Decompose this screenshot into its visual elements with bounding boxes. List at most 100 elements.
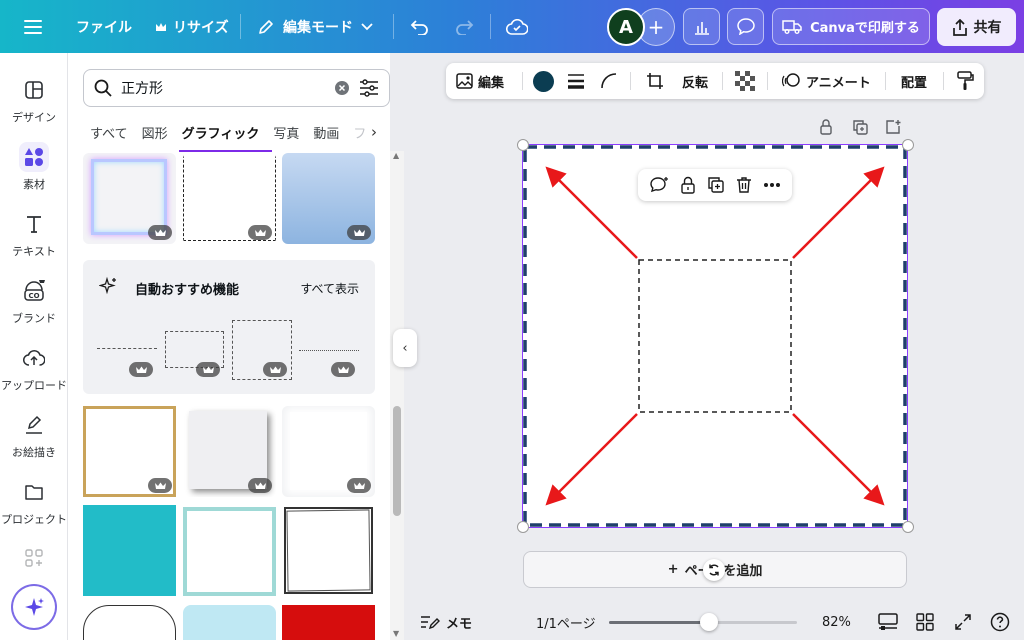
search-box[interactable]: 正方形 (83, 69, 390, 107)
rail-label-draw: お絵描き (12, 446, 56, 459)
tab-photos[interactable]: 写真 (273, 123, 299, 143)
premium-crown-icon (196, 362, 220, 377)
page-counter[interactable]: 1/1ページ (536, 604, 596, 640)
premium-crown-icon (248, 225, 272, 240)
zoom-percent[interactable]: 82% (822, 604, 851, 640)
tabs-next-arrow[interactable]: › (371, 123, 377, 141)
result-dotted-line[interactable] (299, 350, 359, 351)
result-dashed-square[interactable] (183, 153, 276, 244)
rail-item-upload[interactable]: アップロード (0, 343, 68, 393)
arrow-top-right (792, 166, 885, 259)
add-page-icon (886, 120, 901, 134)
rail-item-brand[interactable]: CO ブランド (0, 276, 68, 326)
menu-button[interactable] (24, 0, 42, 53)
result-dashed-line[interactable] (97, 348, 157, 349)
tab-more[interactable]: フ (353, 123, 366, 143)
corner-rounding-button[interactable] (600, 63, 618, 99)
comments-button[interactable] (727, 8, 764, 45)
notes-button[interactable]: メモ (420, 604, 472, 640)
cloud-sync-button[interactable] (506, 0, 528, 53)
elements-panel: 正方形 すべて 図形 グラフィック 写真 動画 フ › 自動おすすめ機能 すべて… (68, 53, 390, 640)
clear-icon[interactable] (334, 80, 350, 96)
resize-handle-top-right[interactable] (902, 139, 914, 151)
collapse-panel-button[interactable]: ‹ (393, 329, 417, 367)
rail-item-design[interactable]: デザイン (0, 75, 68, 125)
inner-dashed-square[interactable] (638, 259, 792, 413)
undo-button[interactable] (410, 0, 430, 53)
comment-add-icon[interactable] (649, 176, 669, 194)
result-glow-frame[interactable] (83, 153, 176, 244)
tab-videos[interactable]: 動画 (313, 123, 339, 143)
premium-crown-icon (148, 478, 172, 493)
resize-menu[interactable]: リサイズ (155, 0, 229, 53)
rail-item-apps[interactable] (0, 543, 68, 573)
line-weight-icon (568, 74, 584, 89)
design-page[interactable] (523, 145, 907, 527)
crown-icon (156, 22, 166, 31)
file-menu[interactable]: ファイル (76, 0, 132, 53)
animate-button[interactable]: アニメート (782, 63, 871, 99)
share-button[interactable]: 共有 (937, 8, 1016, 46)
transparency-icon (735, 71, 755, 91)
recommend-title: 自動おすすめ機能 (135, 283, 240, 298)
scrollbar-thumb[interactable] (393, 406, 401, 516)
result-light-blue-square[interactable] (183, 605, 276, 640)
help-button[interactable] (990, 604, 1010, 640)
rail-item-draw[interactable]: お絵描き (0, 410, 68, 460)
result-soft-square[interactable] (282, 406, 375, 497)
tab-graphics[interactable]: グラフィック (182, 123, 260, 143)
resize-handle-bottom-left[interactable] (517, 521, 529, 533)
result-sketch-frame[interactable] (282, 505, 375, 596)
file-label: ファイル (76, 19, 132, 36)
magic-assistant-button[interactable] (13, 586, 55, 628)
result-gold-frame[interactable] (83, 406, 176, 497)
zoom-slider-thumb[interactable] (699, 613, 718, 631)
redo-button[interactable] (454, 0, 474, 53)
result-teal-frame[interactable] (183, 505, 276, 596)
edit-image-button[interactable]: 編集 (456, 63, 504, 99)
add-page-icon-button[interactable] (884, 118, 902, 136)
flip-button[interactable]: 反転 (682, 63, 708, 99)
result-teal-square[interactable] (83, 505, 176, 596)
context-toolbar: 編集 反転 アニメート 配置 (446, 63, 984, 99)
position-button[interactable]: 配置 (901, 63, 927, 99)
resize-handle-top-left[interactable] (517, 139, 529, 151)
lock-icon[interactable] (680, 176, 696, 194)
avatar[interactable]: A (607, 8, 645, 46)
duplicate-icon[interactable] (707, 176, 725, 194)
copy-style-button[interactable] (956, 63, 974, 99)
trash-icon[interactable] (736, 176, 752, 194)
page-view-button[interactable] (878, 604, 898, 640)
search-input[interactable]: 正方形 (121, 78, 325, 98)
apps-icon (19, 543, 49, 573)
rail-item-text[interactable]: テキスト (0, 209, 68, 259)
rail-item-elements[interactable]: 素材 (0, 142, 68, 192)
result-shadow-square[interactable] (183, 406, 276, 497)
edit-mode-menu[interactable]: 編集モード (257, 0, 373, 53)
duplicate-page-button[interactable] (851, 118, 869, 136)
transparency-button[interactable] (735, 63, 755, 99)
border-weight-button[interactable] (566, 63, 586, 99)
fullscreen-button[interactable] (954, 604, 972, 640)
filter-icon[interactable] (359, 79, 379, 97)
tab-shapes[interactable]: 図形 (142, 123, 168, 143)
more-icon[interactable] (763, 182, 781, 188)
insights-button[interactable] (683, 8, 720, 45)
crop-button[interactable] (646, 63, 664, 99)
rail-item-projects[interactable]: プロジェクト (0, 477, 68, 527)
tab-all[interactable]: すべて (90, 123, 128, 143)
arrow-bottom-left (545, 413, 638, 506)
result-rounded-frame[interactable] (83, 605, 176, 640)
panel-scrollbar[interactable]: ▲ ▼ (390, 151, 404, 640)
rail-label-brand: ブランド (12, 312, 56, 325)
print-button[interactable]: Canvaで印刷する (772, 8, 930, 45)
resize-handle-bottom-right[interactable] (902, 521, 914, 533)
rotate-handle[interactable] (703, 559, 725, 581)
result-blue-gradient[interactable] (282, 153, 375, 244)
see-all-link[interactable]: すべて表示 (300, 280, 359, 297)
lock-page-button[interactable] (817, 118, 835, 136)
color-swatch-button[interactable] (533, 63, 554, 99)
result-red-square[interactable] (282, 605, 375, 640)
rail-label-elements: 素材 (23, 178, 45, 191)
grid-view-button[interactable] (916, 604, 934, 640)
